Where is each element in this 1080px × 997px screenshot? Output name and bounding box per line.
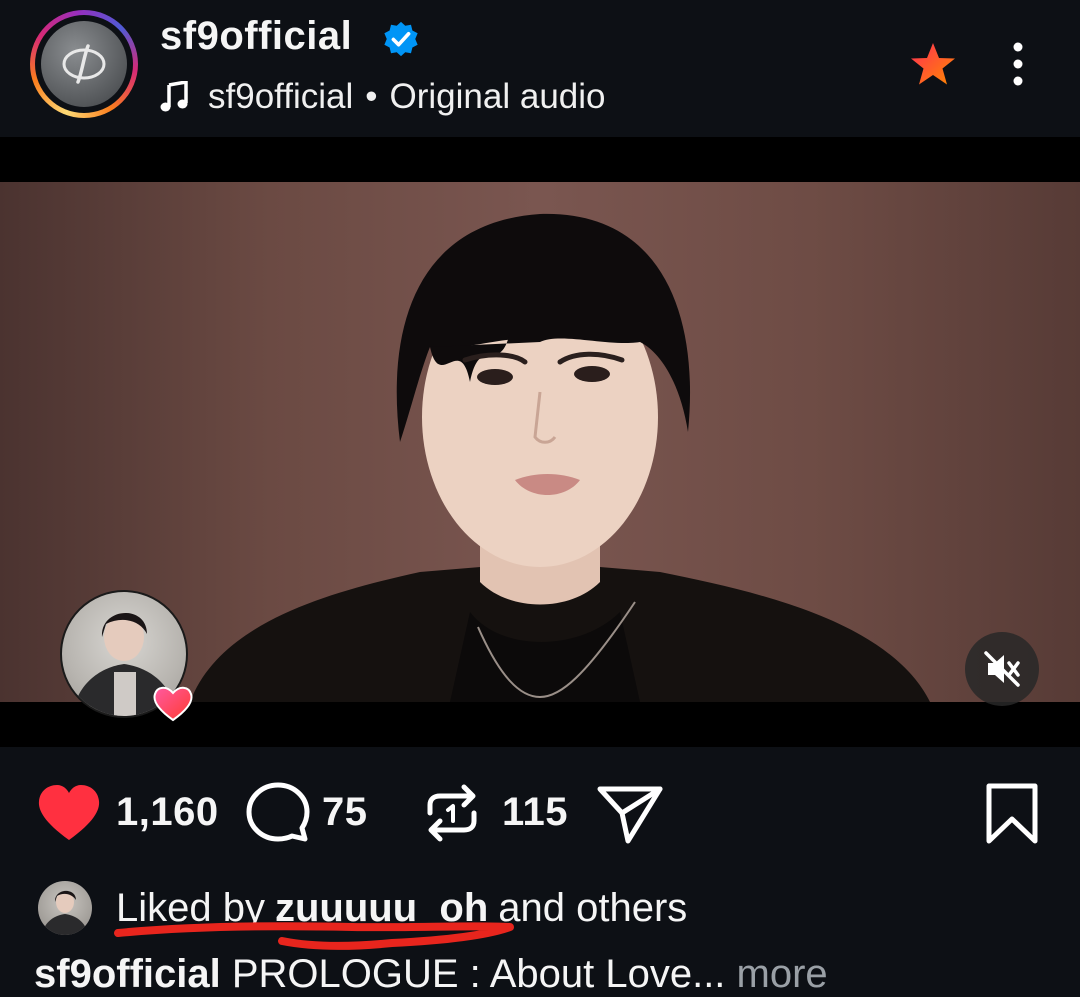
audio-title: Original audio [389,77,606,116]
post-header: sf9official sf9official • Original audio [0,0,1080,137]
music-note-icon [160,81,188,112]
comment-action[interactable]: 75 [246,770,368,855]
post-username[interactable]: sf9official [160,14,352,59]
bookmark-icon[interactable] [984,781,1040,845]
audio-attribution[interactable]: sf9official • Original audio [160,76,606,118]
heart-icon[interactable] [36,784,102,842]
like-count[interactable]: 1,160 [116,790,219,835]
audio-separator: • [365,77,378,116]
star-icon[interactable] [908,40,958,90]
caption-text: PROLOGUE : About Love... [231,952,726,996]
liked-by-suffix[interactable]: and others [498,886,687,931]
liker-heart-badge-icon [153,686,193,722]
action-bar: 1,160 75 115 [0,770,1080,855]
verified-badge-icon [384,21,418,57]
like-action[interactable]: 1,160 [36,770,219,855]
comment-icon[interactable] [246,781,310,845]
caption-username[interactable]: sf9official [34,952,221,996]
mute-icon [984,651,1020,687]
liked-by-avatar[interactable] [38,881,92,935]
more-vertical-icon[interactable] [1000,40,1036,90]
audio-owner: sf9official [208,77,354,116]
share-icon[interactable] [596,781,664,845]
caption-more-link[interactable]: more [737,952,828,996]
repost-count[interactable]: 115 [502,790,568,835]
save-action[interactable] [984,770,1040,855]
liked-by-avatar-photo [42,890,88,935]
sf9-logo [41,21,127,107]
comment-count[interactable]: 75 [322,790,368,835]
red-annotation-underline [114,922,514,950]
mute-toggle-button[interactable] [965,632,1039,706]
repost-action[interactable]: 115 [420,770,568,855]
share-action[interactable] [596,770,664,855]
video-letterbox-top [0,137,1080,182]
repost-icon[interactable] [420,781,484,845]
post-caption: sf9official PROLOGUE : About Love... mor… [34,952,828,997]
sf9-logo-mark [62,44,106,84]
profile-avatar[interactable] [30,10,138,118]
